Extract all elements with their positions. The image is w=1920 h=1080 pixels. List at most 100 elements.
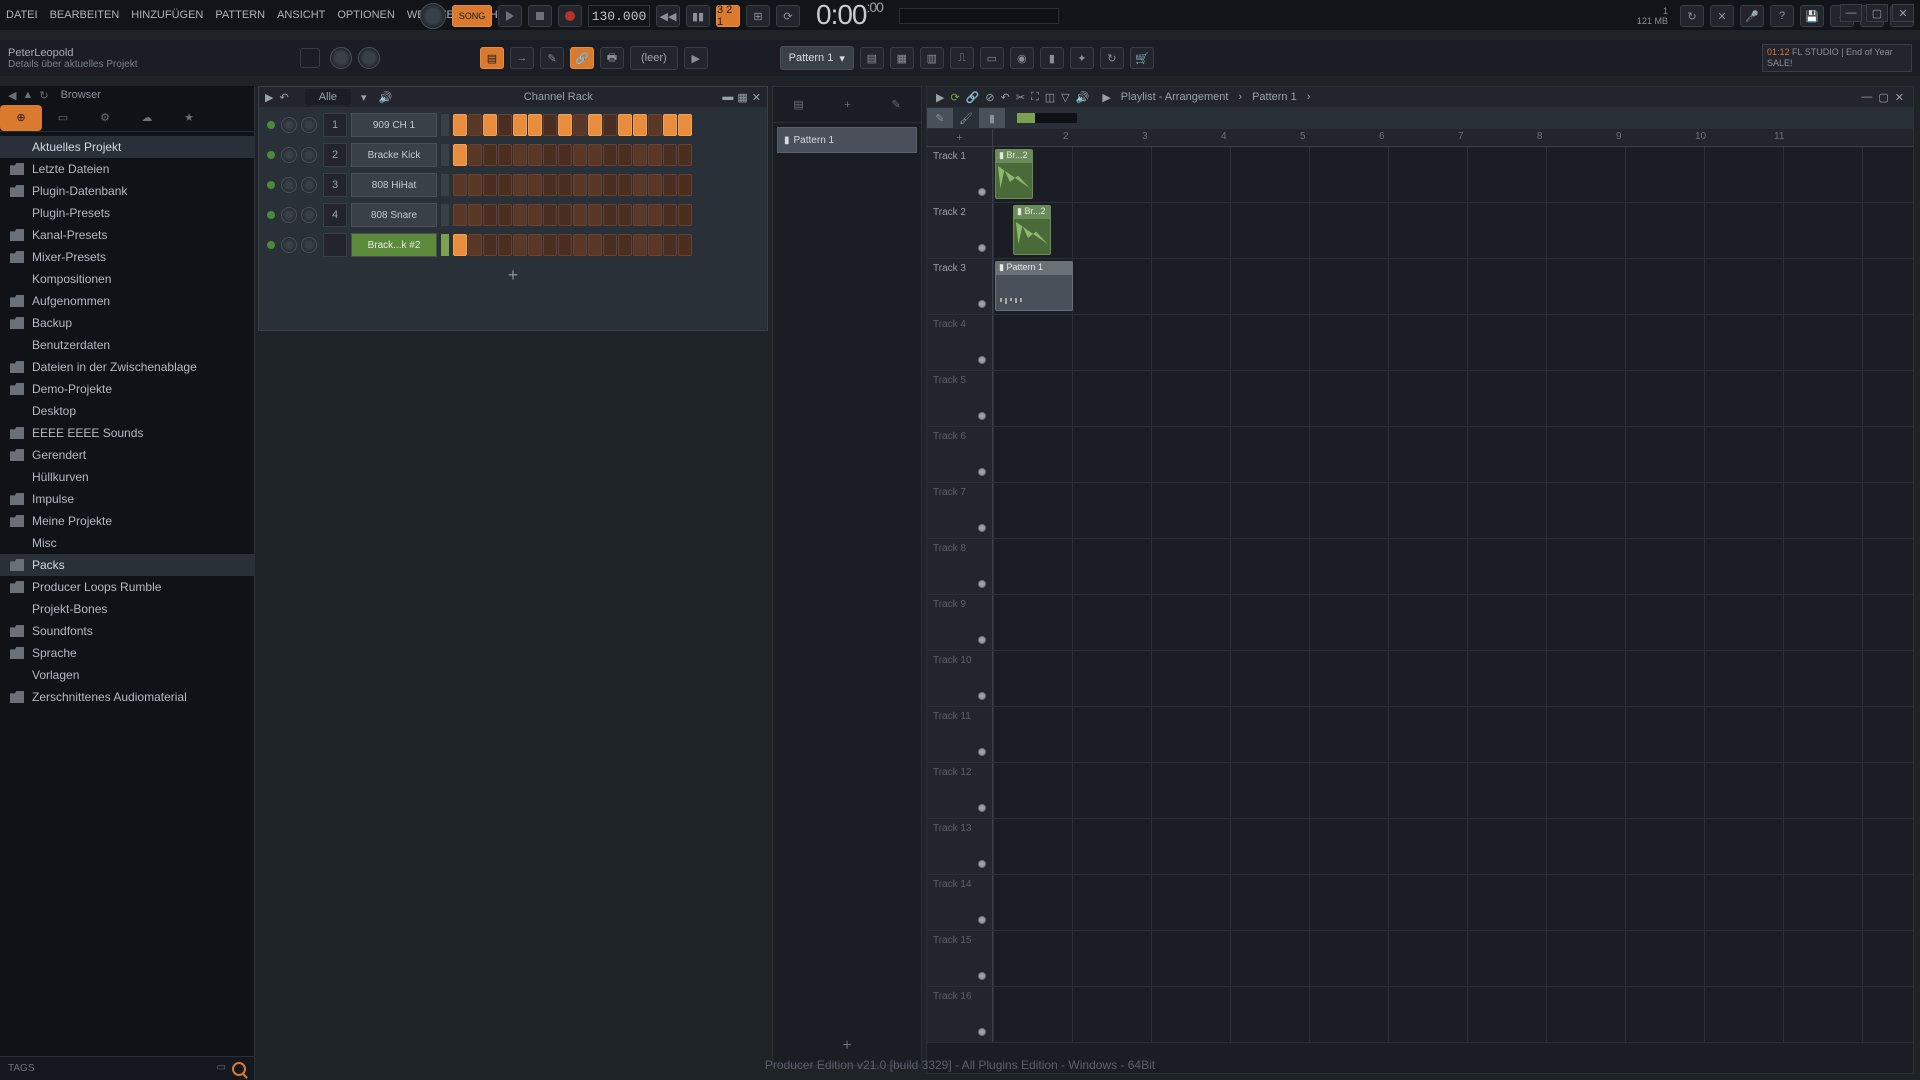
- step-button[interactable]: [543, 174, 557, 196]
- step-button[interactable]: [633, 114, 647, 136]
- browser-refresh-icon[interactable]: ↻: [39, 89, 48, 102]
- step-button[interactable]: [678, 204, 692, 226]
- search-icon[interactable]: [232, 1062, 246, 1076]
- track-header[interactable]: Track 8: [927, 539, 993, 594]
- pl-sync-icon[interactable]: ⟳: [950, 91, 959, 104]
- track-lane[interactable]: [993, 875, 1913, 930]
- small-knob-2[interactable]: [358, 47, 380, 69]
- step-button[interactable]: [678, 114, 692, 136]
- panel-edit-button[interactable]: ✎: [540, 47, 564, 69]
- step-button[interactable]: [663, 234, 677, 256]
- step-button[interactable]: [453, 204, 467, 226]
- tool-1-button[interactable]: ▮: [1040, 47, 1064, 69]
- channel-name-button[interactable]: 808 Snare: [351, 203, 437, 227]
- channel-vol-knob[interactable]: [301, 147, 317, 163]
- pl-close-icon[interactable]: ✕: [1895, 91, 1904, 104]
- track-mute-button[interactable]: [978, 300, 986, 308]
- step-button[interactable]: [558, 114, 572, 136]
- step-button[interactable]: [588, 204, 602, 226]
- mic-button[interactable]: 🎤: [1740, 5, 1764, 27]
- step-button[interactable]: [648, 234, 662, 256]
- channel-vol-knob[interactable]: [301, 117, 317, 133]
- panel-link-button[interactable]: 🔗: [570, 47, 594, 69]
- tempo-display[interactable]: 130.000: [588, 5, 650, 27]
- track-mute-button[interactable]: [978, 636, 986, 644]
- browser-tab-plugins[interactable]: ⚙: [84, 105, 126, 131]
- channel-pan-knob[interactable]: [281, 177, 297, 193]
- record-button[interactable]: [558, 5, 582, 27]
- maximize-button[interactable]: ▢: [1866, 4, 1888, 22]
- track-lane[interactable]: ▮ Br...2: [993, 203, 1913, 258]
- browser-item[interactable]: Impulse: [0, 488, 254, 510]
- small-knob-1[interactable]: [330, 47, 352, 69]
- step-button[interactable]: [588, 144, 602, 166]
- tool-3-button[interactable]: ↻: [1100, 47, 1124, 69]
- step-button[interactable]: [618, 234, 632, 256]
- pl-link-icon[interactable]: 🔗: [966, 91, 980, 104]
- track-header[interactable]: Track 2: [927, 203, 993, 258]
- settings-button[interactable]: ✕: [1710, 5, 1734, 27]
- step-button[interactable]: [483, 174, 497, 196]
- step-button[interactable]: [483, 234, 497, 256]
- news-panel[interactable]: 01:12 FL STUDIO | End of Year SALE!: [1762, 44, 1912, 72]
- track-lane[interactable]: [993, 987, 1913, 1042]
- track-mute-button[interactable]: [978, 356, 986, 364]
- pattern-add-button[interactable]: +: [773, 1037, 921, 1055]
- browser-item[interactable]: Misc: [0, 532, 254, 554]
- step-button[interactable]: [543, 204, 557, 226]
- track-header[interactable]: Track 3: [927, 259, 993, 314]
- track-mute-button[interactable]: [978, 748, 986, 756]
- browser-item[interactable]: Mixer-Presets: [0, 246, 254, 268]
- pattern-selector-icon[interactable]: [300, 48, 320, 68]
- step-button[interactable]: [573, 114, 587, 136]
- step-button[interactable]: [618, 114, 632, 136]
- step-button[interactable]: [468, 174, 482, 196]
- channel-pan-knob[interactable]: [281, 147, 297, 163]
- menu-bearbeiten[interactable]: BEARBEITEN: [50, 9, 120, 21]
- pl-max-icon[interactable]: ▢: [1878, 91, 1888, 104]
- channel-select[interactable]: [441, 144, 449, 166]
- step-button[interactable]: [543, 234, 557, 256]
- channel-pan-knob[interactable]: [281, 117, 297, 133]
- browser-item[interactable]: Plugin-Presets: [0, 202, 254, 224]
- track-lane[interactable]: [993, 315, 1913, 370]
- browser-item[interactable]: Vorlagen: [0, 664, 254, 686]
- step-button[interactable]: [648, 204, 662, 226]
- track-header[interactable]: Track 6: [927, 427, 993, 482]
- track-lane[interactable]: [993, 763, 1913, 818]
- pl-min-icon[interactable]: —: [1861, 91, 1872, 103]
- browser-item[interactable]: Kanal-Presets: [0, 224, 254, 246]
- step-button[interactable]: [573, 234, 587, 256]
- channel-pan-knob[interactable]: [281, 207, 297, 223]
- step-button[interactable]: [498, 114, 512, 136]
- step-button[interactable]: [468, 204, 482, 226]
- pl-cut-icon[interactable]: ✂: [1016, 91, 1025, 104]
- step-button[interactable]: [648, 144, 662, 166]
- prev-button[interactable]: ◀◀: [656, 5, 680, 27]
- browser-back-icon[interactable]: ◀: [8, 89, 16, 102]
- track-mute-button[interactable]: [978, 244, 986, 252]
- track-mute-button[interactable]: [978, 580, 986, 588]
- track-header[interactable]: Track 11: [927, 707, 993, 762]
- track-header[interactable]: Track 16: [927, 987, 993, 1042]
- tool-select[interactable]: ▮: [979, 108, 1005, 128]
- pattern-item-1[interactable]: ▮Pattern 1: [777, 127, 917, 153]
- browser-item[interactable]: Sprache: [0, 642, 254, 664]
- browser-item[interactable]: EEEE EEEE Sounds: [0, 422, 254, 444]
- track-header[interactable]: Track 5: [927, 371, 993, 426]
- playlist-clip[interactable]: ▮ Br...2: [995, 149, 1033, 199]
- browser-item[interactable]: Dateien in der Zwischenablage: [0, 356, 254, 378]
- browser-tab-fav[interactable]: ★: [168, 105, 210, 131]
- panel-next-button[interactable]: →: [510, 47, 534, 69]
- step-button[interactable]: [558, 174, 572, 196]
- rack-filter-dropdown[interactable]: Alle: [305, 89, 351, 105]
- pl-crumb-1[interactable]: Playlist - Arrangement: [1121, 91, 1229, 103]
- browser-item[interactable]: Plugin-Datenbank: [0, 180, 254, 202]
- browser-tab-all[interactable]: ⊕: [0, 105, 42, 131]
- channel-select[interactable]: [441, 174, 449, 196]
- pl-crumb-icon[interactable]: ▶: [1102, 91, 1110, 104]
- pattern-dropdown[interactable]: Pattern 1 ▾: [780, 46, 854, 70]
- track-lane[interactable]: [993, 427, 1913, 482]
- overdub-button[interactable]: ⊞: [746, 5, 770, 27]
- step-button[interactable]: [483, 204, 497, 226]
